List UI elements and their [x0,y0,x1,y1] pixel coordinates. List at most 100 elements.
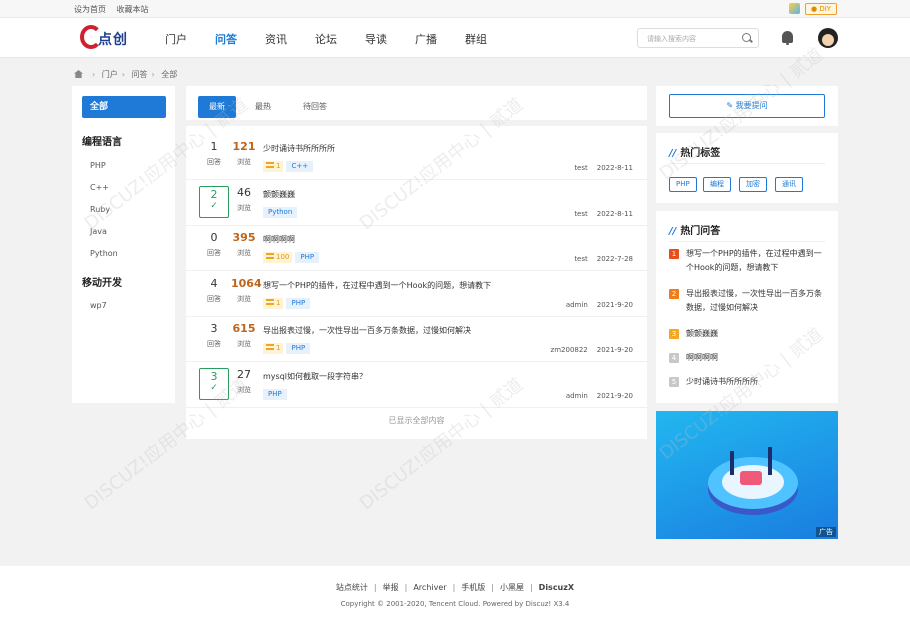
tab-hot[interactable]: 最热 [255,96,271,118]
breadcrumb-all: 全部 [161,70,178,79]
hot-tag[interactable]: 编程 [703,177,731,192]
question-tag[interactable]: PHP [286,297,311,309]
question-tag[interactable]: PHP [286,343,311,354]
footer-brand[interactable]: DiscuzX [539,583,574,592]
question-title[interactable]: 想写一个PHP的插件，在过程中遇到一个Hook的问题，想请教下 [263,280,491,291]
question-title[interactable]: 导出报表过慢，一次性导出一百多万条数据，过慢如何解决 [263,325,471,336]
home-icon[interactable] [74,70,83,78]
category-item[interactable]: Ruby [90,205,110,214]
category-item[interactable]: C++ [90,183,109,192]
category-item[interactable]: Python [90,249,118,258]
nav-item-2[interactable]: 资讯 [265,31,287,47]
question-row[interactable]: 1 回答 121 浏览 少时诵诗书所所所所 1 C++ test 2022-8-11 [186,134,647,180]
question-title[interactable]: mysql如何截取一段字符串？ [263,371,367,382]
question-tag[interactable]: PHP [295,252,320,263]
breadcrumb-qa[interactable]: 问答 [132,70,148,79]
question-author[interactable]: test [574,164,587,172]
hot-question-item[interactable]: 2 导出报表过慢，一次性导出一百多万条数据，过慢如何解决 [669,287,825,315]
nav-item-6[interactable]: 群组 [465,31,487,47]
question-title[interactable]: 颤颤巍巍 [263,189,295,200]
nav-item-0[interactable]: 门户 [165,31,187,47]
question-author[interactable]: test [574,210,587,218]
search-icon[interactable] [742,33,751,42]
footer-separator: | [373,583,377,592]
nav-item-4[interactable]: 导读 [365,31,387,47]
hot-question-text: 颤颤巍巍 [686,329,718,338]
category-sidebar: 全部 编程语言 PHP C++ Ruby Java Python 移动开发 wp7 [72,86,175,403]
bell-icon[interactable] [782,31,793,45]
hot-question-text: 导出报表过慢，一次性导出一百多万条数据，过慢如何解决 [686,289,822,312]
question-author[interactable]: test [574,255,587,263]
tab-unanswered[interactable]: 待回答 [303,96,327,118]
hot-question-item[interactable]: 4 啊啊啊啊 [669,351,825,365]
hot-question-text: 啊啊啊啊 [686,353,718,362]
search-input[interactable]: 请输入搜索内容 [647,34,696,44]
footer-link[interactable]: 举报 [383,583,399,592]
hot-tag[interactable]: PHP [669,177,697,192]
question-badges: 1 C++ [263,161,314,173]
hot-question-item[interactable]: 5 少时诵诗书所所所所 [669,375,825,389]
coin-icon [266,162,274,168]
ask-question-button[interactable]: ✎ 我要提问 [669,94,825,118]
footer-separator: | [404,583,408,592]
category-item[interactable]: wp7 [90,301,107,310]
diy-button[interactable]: ● DIY [805,3,838,15]
answer-count-value: 2 [210,187,218,201]
avatar[interactable] [818,28,838,48]
question-meta: admin 2021-9-20 [557,392,633,400]
hot-question-item[interactable]: 1 想写一个PHP的插件，在过程中遇到一个Hook的问题，想请教下 [669,247,825,275]
answer-count: 4 回答 [199,277,229,309]
breadcrumb: › 门户 › 问答 › 全部 [74,69,177,80]
question-tag[interactable]: Python [263,206,298,218]
question-date: 2022-7-28 [596,255,633,263]
footer-link[interactable]: 站点统计 [336,583,368,592]
breadcrumb-portal[interactable]: 门户 [102,70,118,79]
footer-link[interactable]: 小黑屋 [500,583,524,592]
hot-question-item[interactable]: 3 颤颤巍巍 [669,327,825,341]
nav-item-1[interactable]: 问答 [215,31,237,47]
hot-tags-panel: //热门标签 PHP 编程 加密 通讯 [656,133,838,203]
category-item[interactable]: Java [90,227,107,236]
footer-link[interactable]: Archiver [413,583,446,592]
nav-item-3[interactable]: 论坛 [315,31,337,47]
view-count-value: 121 [232,140,256,153]
question-author[interactable]: admin [566,392,588,400]
footer-link[interactable]: 手机版 [461,583,485,592]
reward-value: 1 [276,344,281,352]
category-group-title: 移动开发 [82,278,122,289]
question-tag[interactable]: C++ [286,161,314,172]
solved-check-icon: ✓ [210,382,218,393]
question-row[interactable]: 2 ✓ 46 浏览 颤颤巍巍 Python test 2022-8-11 [186,180,647,226]
nav-item-5[interactable]: 广播 [415,31,437,47]
question-title[interactable]: 少时诵诗书所所所所 [263,143,335,154]
tab-latest[interactable]: 最新 [198,96,236,118]
question-row[interactable]: 0 回答 395 浏览 啊啊啊啊 100 PHP test 2022-7-28 [186,225,647,271]
hot-tag[interactable]: 通讯 [775,177,803,192]
hot-tag[interactable]: 加密 [739,177,767,192]
category-item[interactable]: PHP [90,161,106,170]
coin-icon [266,344,274,350]
question-author[interactable]: admin [566,301,588,309]
reward-badge: 1 [263,161,284,172]
category-all[interactable]: 全部 [82,96,166,118]
set-home-link[interactable]: 设为首页 [74,5,106,14]
question-badges: 100 PHP [263,252,320,264]
question-author[interactable]: zm200822 [551,346,588,354]
question-title[interactable]: 啊啊啊啊 [263,234,295,245]
site-footer: 站点统计 | 举报 | Archiver | 手机版 | 小黑屋 | DiscuzX Copyrig… [0,566,910,622]
search-box[interactable]: 请输入搜索内容 [637,28,759,48]
bookmark-link[interactable]: 收藏本站 [117,5,149,14]
hot-questions-panel: //热门问答 1 想写一个PHP的插件，在过程中遇到一个Hook的问题，想请教下 2… [656,211,838,403]
answer-count-label: 回答 [207,158,221,166]
hot-question-rank: 4 [669,353,679,363]
ad-banner[interactable]: 广告 [656,411,838,539]
hot-question-rank: 3 [669,329,679,339]
theme-icon[interactable] [789,3,800,14]
question-row[interactable]: 3 回答 615 浏览 导出报表过慢，一次性导出一百多万条数据，过慢如何解决 1 PHP zm… [186,316,647,362]
answer-count-label: 回答 [207,340,221,348]
question-row[interactable]: 3 ✓ 27 浏览 mysql如何截取一段字符串？ PHP admin 2021-9-20 [186,362,647,408]
question-tag[interactable]: PHP [263,388,287,400]
site-logo[interactable]: 点创 [80,25,140,51]
footer-links: 站点统计 | 举报 | Archiver | 手机版 | 小黑屋 | DiscuzX [0,582,910,593]
question-row[interactable]: 4 回答 1064 浏览 想写一个PHP的插件，在过程中遇到一个Hook的问题，想请教下… [186,271,647,317]
